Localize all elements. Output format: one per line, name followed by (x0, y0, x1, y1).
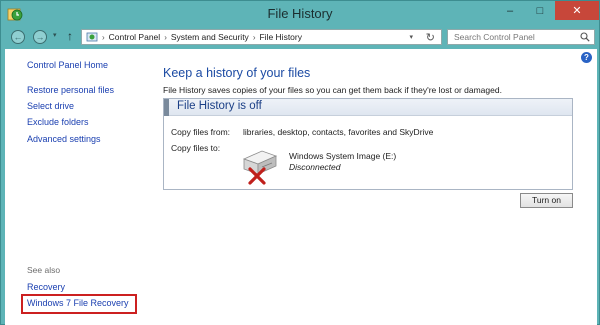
status-accent-bar (164, 99, 169, 116)
windows-7-file-recovery-link[interactable]: Windows 7 File Recovery (27, 298, 129, 308)
back-arrow-icon[interactable]: ← (11, 30, 25, 44)
status-header: File History is off (164, 99, 572, 116)
status-title: File History is off (177, 100, 262, 112)
disconnected-drive-icon (242, 150, 278, 185)
page-description: File History saves copies of your files … (163, 85, 502, 95)
up-arrow-icon[interactable]: ↑ (67, 29, 73, 43)
minimize-button[interactable]: – (495, 1, 525, 20)
maximize-button[interactable]: □ (525, 1, 555, 20)
content-area: Control Panel Home Restore personal file… (5, 49, 597, 325)
refresh-icon[interactable]: ↻ (426, 31, 435, 44)
address-dropdown-chevron-icon[interactable]: ▾ (409, 33, 413, 41)
copy-from-value: libraries, desktop, contacts, favorites … (243, 127, 434, 137)
breadcrumb-file-history[interactable]: File History (259, 32, 302, 42)
copy-from-label: Copy files from: (171, 127, 231, 137)
exclude-folders-link[interactable]: Exclude folders (27, 117, 89, 127)
file-history-window: File History – □ ✕ ← → ▾ ↑ › Control Pan… (0, 0, 600, 325)
search-placeholder: Search Control Panel (454, 32, 535, 42)
forward-arrow-icon[interactable]: → (33, 30, 47, 44)
breadcrumb-system-and-security[interactable]: System and Security (171, 32, 249, 42)
drive-name: Windows System Image (E:) (289, 151, 397, 161)
drive-status: Disconnected (289, 162, 341, 172)
breadcrumb-control-panel[interactable]: Control Panel (109, 32, 161, 42)
breadcrumb-separator: › (252, 32, 256, 42)
breadcrumb-separator: › (102, 32, 105, 42)
recent-locations-chevron-icon[interactable]: ▾ (53, 31, 57, 39)
control-panel-home-link[interactable]: Control Panel Home (27, 60, 108, 70)
turn-on-button[interactable]: Turn on (520, 193, 573, 208)
restore-personal-files-link[interactable]: Restore personal files (27, 85, 114, 95)
search-icon[interactable] (580, 32, 590, 42)
select-drive-link[interactable]: Select drive (27, 101, 74, 111)
navigation-pane: Control Panel Home Restore personal file… (5, 49, 145, 325)
breadcrumb[interactable]: › Control Panel › System and Security › … (81, 29, 442, 45)
help-icon[interactable]: ? (581, 52, 592, 63)
file-history-status-panel: File History is off Copy files from: lib… (163, 98, 573, 190)
see-also-label: See also (27, 265, 61, 275)
control-panel-icon (86, 32, 98, 42)
address-bar: ← → ▾ ↑ › Control Panel › System and Sec… (1, 27, 599, 47)
advanced-settings-link[interactable]: Advanced settings (27, 134, 101, 144)
page-title: Keep a history of your files (163, 66, 311, 80)
breadcrumb-separator: › (164, 32, 167, 42)
search-input[interactable]: Search Control Panel (447, 29, 595, 45)
title-bar[interactable]: File History – □ ✕ (1, 1, 599, 27)
close-button[interactable]: ✕ (555, 1, 599, 20)
recovery-link[interactable]: Recovery (27, 282, 65, 292)
copy-to-label: Copy files to: (171, 143, 221, 153)
